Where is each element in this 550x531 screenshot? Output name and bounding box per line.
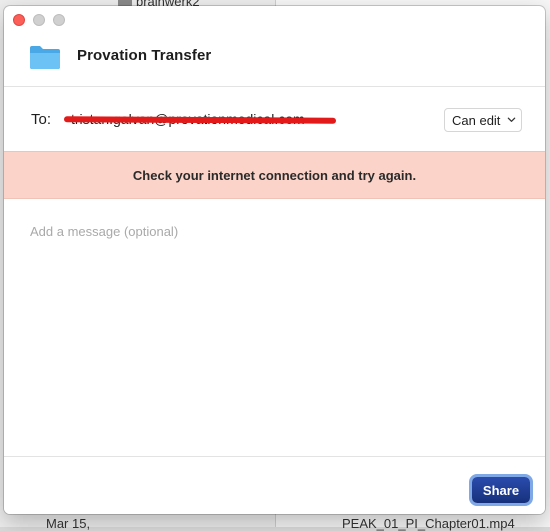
folder-icon — [30, 46, 60, 69]
close-window-button[interactable] — [13, 14, 25, 26]
background-date-label: Mar 15, — [46, 516, 91, 531]
background-file-label: PEAK_01_PI_Chapter01.mp4 — [342, 516, 515, 531]
dialog-footer: Share — [4, 456, 545, 514]
to-label: To: — [31, 111, 52, 128]
chevron-down-icon — [507, 117, 516, 122]
share-button[interactable]: Share — [472, 477, 530, 503]
share-dialog: Provation Transfer To: Can edit Check yo… — [4, 6, 545, 514]
error-banner: Check your internet connection and try a… — [4, 151, 545, 199]
recipient-row: To: Can edit — [4, 87, 545, 151]
permission-dropdown[interactable]: Can edit — [444, 108, 522, 132]
minimize-window-button[interactable] — [33, 14, 45, 26]
error-message: Check your internet connection and try a… — [132, 168, 417, 183]
zoom-window-button[interactable] — [53, 14, 65, 26]
dialog-title: Provation Transfer — [77, 47, 212, 64]
message-input[interactable] — [24, 220, 524, 450]
dialog-header: Provation Transfer — [4, 28, 545, 87]
permission-label: Can edit — [452, 113, 501, 128]
